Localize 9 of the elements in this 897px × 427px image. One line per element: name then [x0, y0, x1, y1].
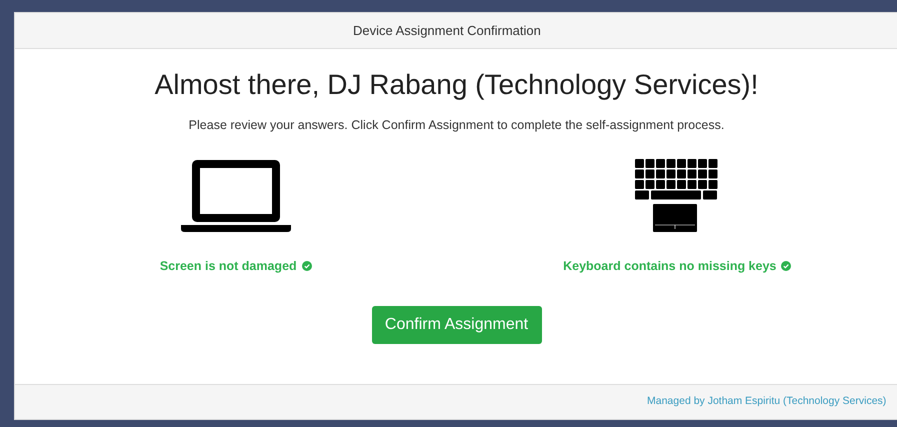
laptop-icon	[180, 158, 291, 233]
keyboard-icon	[635, 158, 720, 233]
instructions: Please review your answers. Click Confirm Assignment to complete the self-assignment process.	[188, 117, 724, 134]
check-label: Screen is not damaged	[160, 258, 297, 275]
heading: Almost there, DJ Rabang (Technology Services)!	[154, 68, 758, 102]
panel-title: Device Assignment Confirmation	[353, 22, 541, 40]
manager-link[interactable]: Managed by Jotham Espiritu (Technology Services)	[647, 394, 886, 410]
confirm-button[interactable]: Confirm Assignment	[372, 306, 542, 344]
check-label: Keyboard contains no missing keys	[563, 258, 776, 275]
